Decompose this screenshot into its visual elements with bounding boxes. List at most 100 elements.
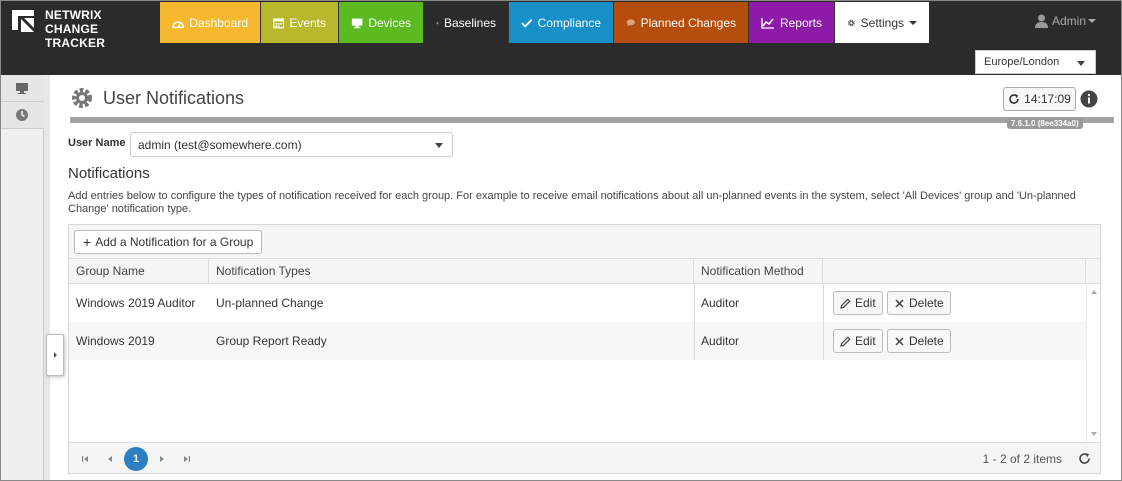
nav-compliance[interactable]: Compliance	[509, 2, 614, 43]
nav-settings-label: Settings	[860, 15, 904, 30]
rail-devices-button[interactable]	[0, 75, 44, 102]
user-name-value: admin (test@somewhere.com)	[138, 138, 302, 152]
grid-header: Group Name Notification Types Notificati…	[69, 259, 1100, 284]
chevron-right-icon	[53, 352, 57, 358]
nav-baselines[interactable]: Baselines	[424, 2, 509, 43]
edit-label: Edit	[855, 296, 876, 310]
edit-button[interactable]: Edit	[833, 329, 883, 353]
nav-settings[interactable]: Settings	[835, 2, 930, 43]
nav-devices-label: Devices	[368, 15, 411, 30]
previous-page-button[interactable]	[101, 450, 119, 468]
pencil-icon	[840, 335, 851, 347]
scroll-up-arrow-icon	[1091, 290, 1097, 294]
gear-icon	[72, 88, 92, 108]
nav-compliance-label: Compliance	[537, 15, 601, 30]
user-menu[interactable]: Admin	[1034, 14, 1096, 28]
notifications-grid: + Add a Notification for a Group Group N…	[68, 224, 1101, 474]
cell-notification-type: Group Report Ready	[216, 334, 327, 348]
column-header-notification-method[interactable]: Notification Method	[694, 259, 823, 284]
dashboard-icon	[172, 21, 185, 28]
column-header-group-name[interactable]: Group Name	[69, 259, 209, 284]
refresh-time-button[interactable]: 14:17:09	[1003, 87, 1076, 111]
delete-label: Delete	[909, 334, 944, 348]
cell-notification-method: Auditor	[701, 334, 740, 348]
nav-dashboard-label: Dashboard	[189, 15, 248, 30]
chevron-down-icon	[1088, 19, 1096, 23]
rail-history-button[interactable]	[0, 102, 44, 129]
clock-icon	[16, 109, 28, 121]
delete-label: Delete	[909, 296, 944, 310]
chevron-left-icon	[108, 456, 112, 462]
page-divider-bar	[70, 117, 1114, 123]
current-time: 14:17:09	[1024, 92, 1071, 106]
chart-icon	[761, 17, 774, 29]
pager-items-info: 1 - 2 of 2 items	[982, 452, 1062, 466]
user-icon	[1034, 14, 1048, 28]
left-rail	[0, 75, 44, 481]
column-divider	[823, 322, 824, 360]
grid-toolbar: + Add a Notification for a Group	[69, 225, 1100, 259]
grid-pager: 1 1 - 2 of 2 items	[69, 442, 1100, 473]
notifications-description: Add entries below to configure the types…	[68, 190, 1076, 215]
brand-line-1: NETWRIX	[45, 8, 102, 22]
nav-reports-label: Reports	[779, 15, 822, 30]
nav-events-label: Events	[289, 15, 326, 30]
anchor-icon	[436, 21, 439, 24]
page-number-button[interactable]: 1	[124, 447, 148, 471]
add-notification-button[interactable]: + Add a Notification for a Group	[74, 230, 263, 254]
brand-name: NETWRIX CHANGE TRACKER	[45, 8, 150, 50]
close-icon	[895, 298, 904, 308]
notifications-heading: Notifications	[68, 165, 150, 182]
add-notification-label: Add a Notification for a Group	[95, 235, 254, 249]
scroll-down-arrow-icon	[1091, 432, 1097, 436]
timezone-value: Europe/London	[984, 56, 1060, 68]
page-title: User Notifications	[103, 87, 245, 108]
user-menu-label: Admin	[1051, 14, 1086, 28]
version-badge: 7.6.1.0 (8ee334a0)	[1007, 118, 1083, 129]
column-header-notification-types[interactable]: Notification Types	[209, 259, 694, 284]
nav-events[interactable]: Events	[261, 2, 339, 43]
comment-icon	[626, 18, 635, 26]
info-icon[interactable]	[1080, 90, 1098, 108]
cell-group-name: Windows 2019 Auditor	[76, 296, 196, 310]
grid-vertical-scrollbar[interactable]	[1086, 284, 1100, 442]
check-icon	[521, 18, 533, 28]
page-header: User Notifications	[70, 86, 244, 110]
delete-button[interactable]: Delete	[887, 291, 951, 315]
gear-icon	[847, 19, 855, 26]
nav-devices[interactable]: Devices	[339, 2, 424, 43]
nav-dashboard[interactable]: Dashboard	[160, 2, 261, 43]
cell-notification-type: Un-planned Change	[216, 296, 324, 310]
calendar-icon	[273, 17, 285, 28]
sidebar-expand-handle[interactable]	[46, 334, 64, 376]
table-row: Windows 2019 Group Report Ready Auditor …	[69, 322, 1086, 360]
refresh-icon[interactable]	[1078, 452, 1091, 465]
rail-edge	[44, 75, 50, 481]
user-name-select[interactable]: admin (test@somewhere.com)	[130, 132, 453, 157]
timezone-select[interactable]: Europe/London	[975, 50, 1096, 74]
edit-button[interactable]: Edit	[833, 291, 883, 315]
user-name-label: User Name	[68, 137, 126, 149]
monitor-icon	[351, 18, 363, 28]
brand-line-2: CHANGE TRACKER	[45, 22, 106, 50]
netwrix-logo[interactable]: NETWRIX CHANGE TRACKER	[10, 6, 150, 50]
first-page-button[interactable]	[76, 450, 94, 468]
nav-reports[interactable]: Reports	[749, 2, 835, 43]
top-nav-bar: NETWRIX CHANGE TRACKER Dashboard Events …	[0, 0, 1122, 75]
delete-button[interactable]: Delete	[887, 329, 951, 353]
edit-label: Edit	[855, 334, 876, 348]
nav-planned-changes-label: Planned Changes	[640, 15, 736, 30]
plus-icon: +	[83, 234, 92, 250]
last-page-icon	[184, 456, 190, 462]
netwrix-logo-icon	[12, 10, 34, 32]
chevron-down-icon	[909, 20, 917, 25]
cell-group-name: Windows 2019	[76, 334, 155, 348]
last-page-button[interactable]	[178, 450, 196, 468]
next-page-button[interactable]	[153, 450, 171, 468]
chevron-down-icon	[435, 143, 443, 148]
table-row: Windows 2019 Auditor Un-planned Change A…	[69, 284, 1086, 322]
nav-baselines-label: Baselines	[443, 15, 496, 30]
pencil-icon	[840, 297, 851, 309]
refresh-icon	[1009, 94, 1019, 104]
nav-planned-changes[interactable]: Planned Changes	[614, 2, 749, 43]
